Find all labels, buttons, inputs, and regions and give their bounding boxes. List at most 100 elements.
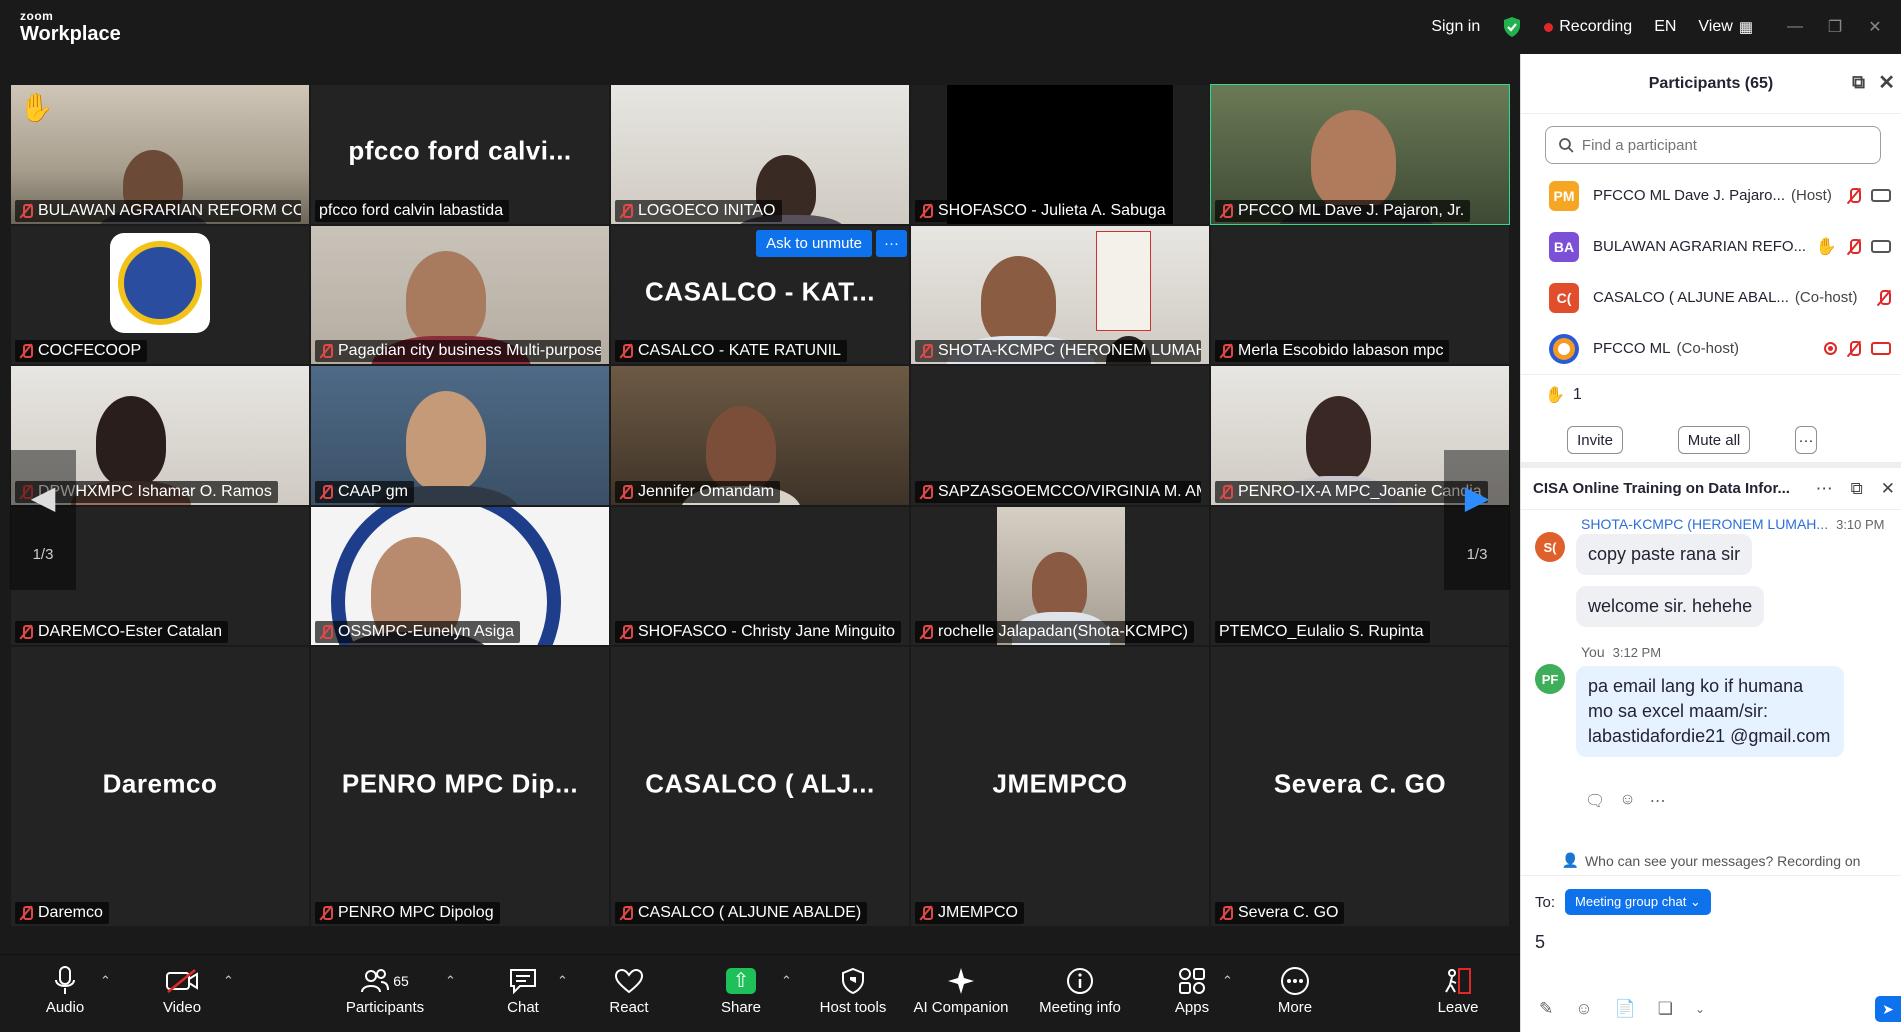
message-visibility-note[interactable]: 👤 Who can see your messages? Recording o…: [1521, 846, 1901, 876]
video-camera-icon[interactable]: [1871, 240, 1891, 253]
chat-bubble[interactable]: welcome sir. hehehe: [1576, 586, 1765, 627]
view-button[interactable]: View ▦: [1698, 18, 1753, 36]
message-sender: You 3:12 PM: [1581, 644, 1661, 660]
video-tile[interactable]: CAAP gm: [310, 365, 610, 506]
participant-name: Severa C. GO: [1238, 904, 1339, 921]
participant-row[interactable]: PFCCO ML (Co-host): [1521, 323, 1901, 374]
participant-search-box[interactable]: [1545, 126, 1881, 164]
message-more-icon[interactable]: ⋯: [1650, 791, 1666, 811]
arrow-left-icon[interactable]: ◀: [31, 478, 56, 516]
chat-compose-input[interactable]: 5: [1521, 928, 1901, 988]
audio-button[interactable]: Audio: [10, 963, 120, 1016]
close-icon[interactable]: ✕: [1878, 70, 1895, 95]
file-icon[interactable]: 📄: [1615, 999, 1636, 1019]
more-button[interactable]: More: [1240, 963, 1350, 1016]
recipient-dropdown[interactable]: Meeting group chat ⌄: [1565, 889, 1711, 915]
previous-page-control[interactable]: ◀ 1/3: [10, 450, 76, 590]
participant-search-input[interactable]: [1581, 136, 1880, 154]
video-tile[interactable]: PENRO MPC Dip... PENRO MPC Dipolog: [310, 646, 610, 927]
reply-icon[interactable]: 🗨: [1585, 791, 1605, 811]
react-button[interactable]: React: [574, 963, 684, 1016]
mic-muted-icon[interactable]: [1847, 340, 1861, 358]
mute-all-button[interactable]: Mute all: [1678, 426, 1750, 454]
video-tile[interactable]: COCFECOOP: [10, 224, 310, 365]
video-tile[interactable]: SHOTA-KCMPC (HERONEM LUMAHA...: [910, 224, 1210, 365]
chat-more-icon[interactable]: ⋯: [1816, 479, 1833, 499]
participant-name-label: PFCCO ML Dave J. Pajaron, Jr.: [1215, 199, 1471, 222]
video-tile-active-speaker[interactable]: PFCCO ML Dave J. Pajaron, Jr.: [1210, 84, 1510, 225]
chat-button[interactable]: Chat: [468, 963, 578, 1016]
popout-icon[interactable]: ⧉: [1852, 72, 1865, 93]
chat-bubble[interactable]: copy paste rana sir: [1576, 534, 1753, 575]
mic-muted-icon: [319, 484, 333, 500]
share-options-caret-icon[interactable]: ⌃: [781, 973, 792, 989]
video-tile[interactable]: SHOFASCO - Julieta A. Sabuga: [910, 84, 1210, 225]
video-tile[interactable]: JMEMPCO JMEMPCO: [910, 646, 1210, 927]
mic-muted-icon: [319, 343, 333, 359]
tile-more-button[interactable]: ···: [876, 229, 907, 257]
video-tile[interactable]: pfcco ford calvi... pfcco ford calvin la…: [310, 84, 610, 225]
next-page-control[interactable]: ▶ 1/3: [1444, 450, 1510, 590]
sign-in-link[interactable]: Sign in: [1431, 18, 1480, 36]
raised-hands-summary[interactable]: ✋ 1: [1521, 374, 1901, 414]
ai-companion-button[interactable]: AI Companion: [905, 963, 1017, 1016]
participant-row[interactable]: C( CASALCO ( ALJUNE ABAL... (Co-host): [1521, 272, 1901, 323]
recording-indicator[interactable]: Recording: [1544, 18, 1632, 36]
emoji-reaction-icon[interactable]: ☺: [1619, 791, 1635, 811]
video-tile[interactable]: rochelle Jalapadan(Shota-KCMPC): [910, 505, 1210, 646]
video-tile[interactable]: LOGOECO INITAO: [610, 84, 910, 225]
video-camera-icon[interactable]: [1871, 189, 1891, 202]
close-window-button[interactable]: ✕: [1855, 17, 1895, 37]
mic-muted-icon[interactable]: [1847, 238, 1861, 256]
shield-check-icon[interactable]: [1502, 16, 1522, 38]
send-icon[interactable]: ➤: [1875, 996, 1901, 1022]
maximize-button[interactable]: ❐: [1815, 17, 1855, 37]
participant-row[interactable]: BA BULAWAN AGRARIAN REFO... ✋: [1521, 221, 1901, 272]
video-tile[interactable]: ✋ BULAWAN AGRARIAN REFORM COO...: [10, 84, 310, 225]
participant-name: Daremco: [38, 904, 103, 921]
minimize-button[interactable]: —: [1775, 18, 1815, 36]
video-options-caret-icon[interactable]: ⌃: [223, 973, 234, 989]
avatar: C(: [1549, 282, 1579, 313]
format-icon[interactable]: ✎: [1539, 999, 1553, 1019]
popout-icon[interactable]: ⧉: [1851, 479, 1863, 499]
video-tile[interactable]: Daremco Daremco: [10, 646, 310, 927]
video-tile[interactable]: Jennifer Omandam: [610, 365, 910, 506]
video-tile[interactable]: SHOFASCO - Christy Jane Minguito: [610, 505, 910, 646]
video-tile[interactable]: Severa C. GO Severa C. GO: [1210, 646, 1510, 927]
participants-options-caret-icon[interactable]: ⌃: [445, 973, 456, 989]
participants-more-button[interactable]: ···: [1795, 426, 1817, 454]
mic-muted-icon[interactable]: [1877, 289, 1891, 307]
host-tools-button[interactable]: Host tools: [798, 963, 908, 1016]
close-icon[interactable]: ✕: [1881, 479, 1895, 499]
participant-name: PFCCO ML Dave J. Pajaron, Jr.: [1238, 201, 1465, 219]
invite-button[interactable]: Invite: [1567, 426, 1623, 454]
apps-options-caret-icon[interactable]: ⌃: [1222, 973, 1233, 989]
audio-options-caret-icon[interactable]: ⌃: [100, 973, 111, 989]
meeting-info-button[interactable]: Meeting info: [1025, 963, 1135, 1016]
ask-to-unmute-button[interactable]: Ask to unmute: [756, 229, 872, 257]
compose-more-caret-icon[interactable]: ⌄: [1695, 1002, 1705, 1016]
video-label: Video: [162, 999, 202, 1016]
video-tile[interactable]: Ask to unmute ··· CASALCO - KAT... CASAL…: [610, 224, 910, 365]
logo-big-text: Workplace: [20, 23, 121, 45]
video-tile[interactable]: SAPZASGOEMCCO/VIRGINIA M. AM...: [910, 365, 1210, 506]
chat-bubble[interactable]: pa email lang ko if humana mo sa excel m…: [1576, 666, 1844, 757]
emoji-icon[interactable]: ☺: [1575, 999, 1592, 1019]
share-button[interactable]: ⇧ Share: [686, 963, 796, 1016]
video-tile[interactable]: CASALCO ( ALJ... CASALCO ( ALJUNE ABALDE…: [610, 646, 910, 927]
participants-button[interactable]: 65 Participants: [330, 963, 440, 1016]
leave-button[interactable]: Leave: [1403, 963, 1513, 1016]
video-off-icon[interactable]: [1871, 342, 1891, 355]
participant-row[interactable]: PM PFCCO ML Dave J. Pajaro... (Host): [1521, 170, 1901, 221]
screenshot-icon[interactable]: ❏: [1658, 999, 1673, 1019]
video-button[interactable]: Video: [127, 963, 237, 1016]
mic-muted-icon[interactable]: [1847, 187, 1861, 205]
arrow-right-icon[interactable]: ▶: [1465, 478, 1490, 516]
video-tile[interactable]: OSSMPC-Eunelyn Asiga: [310, 505, 610, 646]
video-tile[interactable]: Merla Escobido labason mpc: [1210, 224, 1510, 365]
chat-options-caret-icon[interactable]: ⌃: [557, 973, 568, 989]
video-tile[interactable]: Pagadian city business Multi-purpose...: [310, 224, 610, 365]
language-button[interactable]: EN: [1654, 18, 1676, 36]
apps-button[interactable]: Apps: [1137, 963, 1247, 1016]
